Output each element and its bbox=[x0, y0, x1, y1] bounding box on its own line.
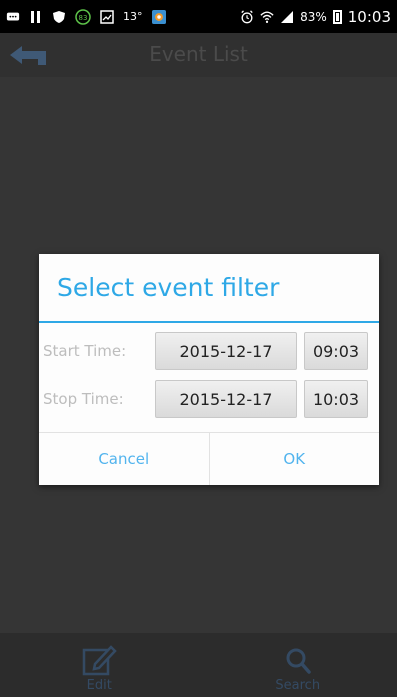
temperature-text: 13° bbox=[123, 10, 143, 23]
event-filter-dialog: Select event filter Start Time: 2015-12-… bbox=[39, 254, 379, 485]
wifi-icon bbox=[260, 11, 274, 23]
chart-icon bbox=[100, 9, 114, 24]
edit-label: Edit bbox=[86, 678, 112, 693]
start-time-button[interactable]: 09:03 bbox=[304, 332, 368, 370]
battery-percent: 83% bbox=[300, 9, 327, 24]
back-button[interactable] bbox=[0, 33, 60, 77]
alarm-icon bbox=[241, 9, 253, 23]
start-time-label: Start Time: bbox=[43, 342, 127, 360]
start-time-row: Start Time: 2015-12-17 09:03 bbox=[39, 327, 379, 375]
stop-date-button[interactable]: 2015-12-17 bbox=[155, 380, 297, 418]
ok-button[interactable]: OK bbox=[208, 433, 380, 485]
back-arrow-icon bbox=[10, 46, 46, 65]
search-button[interactable]: Search bbox=[199, 633, 397, 697]
edit-icon bbox=[83, 645, 117, 676]
pause-icon bbox=[31, 10, 40, 23]
shield-icon bbox=[53, 10, 65, 23]
cancel-button[interactable]: Cancel bbox=[39, 433, 209, 485]
stop-time-button[interactable]: 10:03 bbox=[304, 380, 368, 418]
signal-icon bbox=[281, 10, 294, 23]
bottom-toolbar: Edit Search bbox=[0, 633, 397, 697]
start-date-button[interactable]: 2015-12-17 bbox=[155, 332, 297, 370]
battery-icon bbox=[332, 9, 342, 24]
notification-badge-icon: 83 bbox=[75, 8, 91, 25]
search-icon bbox=[286, 648, 311, 674]
app-bar: Event List bbox=[0, 33, 397, 77]
svg-text:83: 83 bbox=[79, 14, 88, 22]
search-label: Search bbox=[275, 678, 321, 693]
message-icon bbox=[6, 12, 20, 20]
app-notification-icon bbox=[151, 9, 166, 24]
dialog-title: Select event filter bbox=[39, 254, 379, 323]
status-bar: 83 13° 83% 10:03 bbox=[0, 0, 397, 33]
stop-time-row: Stop Time: 2015-12-17 10:03 bbox=[39, 375, 379, 423]
status-time: 10:03 bbox=[347, 7, 391, 26]
edit-button[interactable]: Edit bbox=[0, 633, 199, 697]
dialog-actions: Cancel OK bbox=[39, 432, 379, 485]
stop-time-label: Stop Time: bbox=[43, 390, 124, 408]
